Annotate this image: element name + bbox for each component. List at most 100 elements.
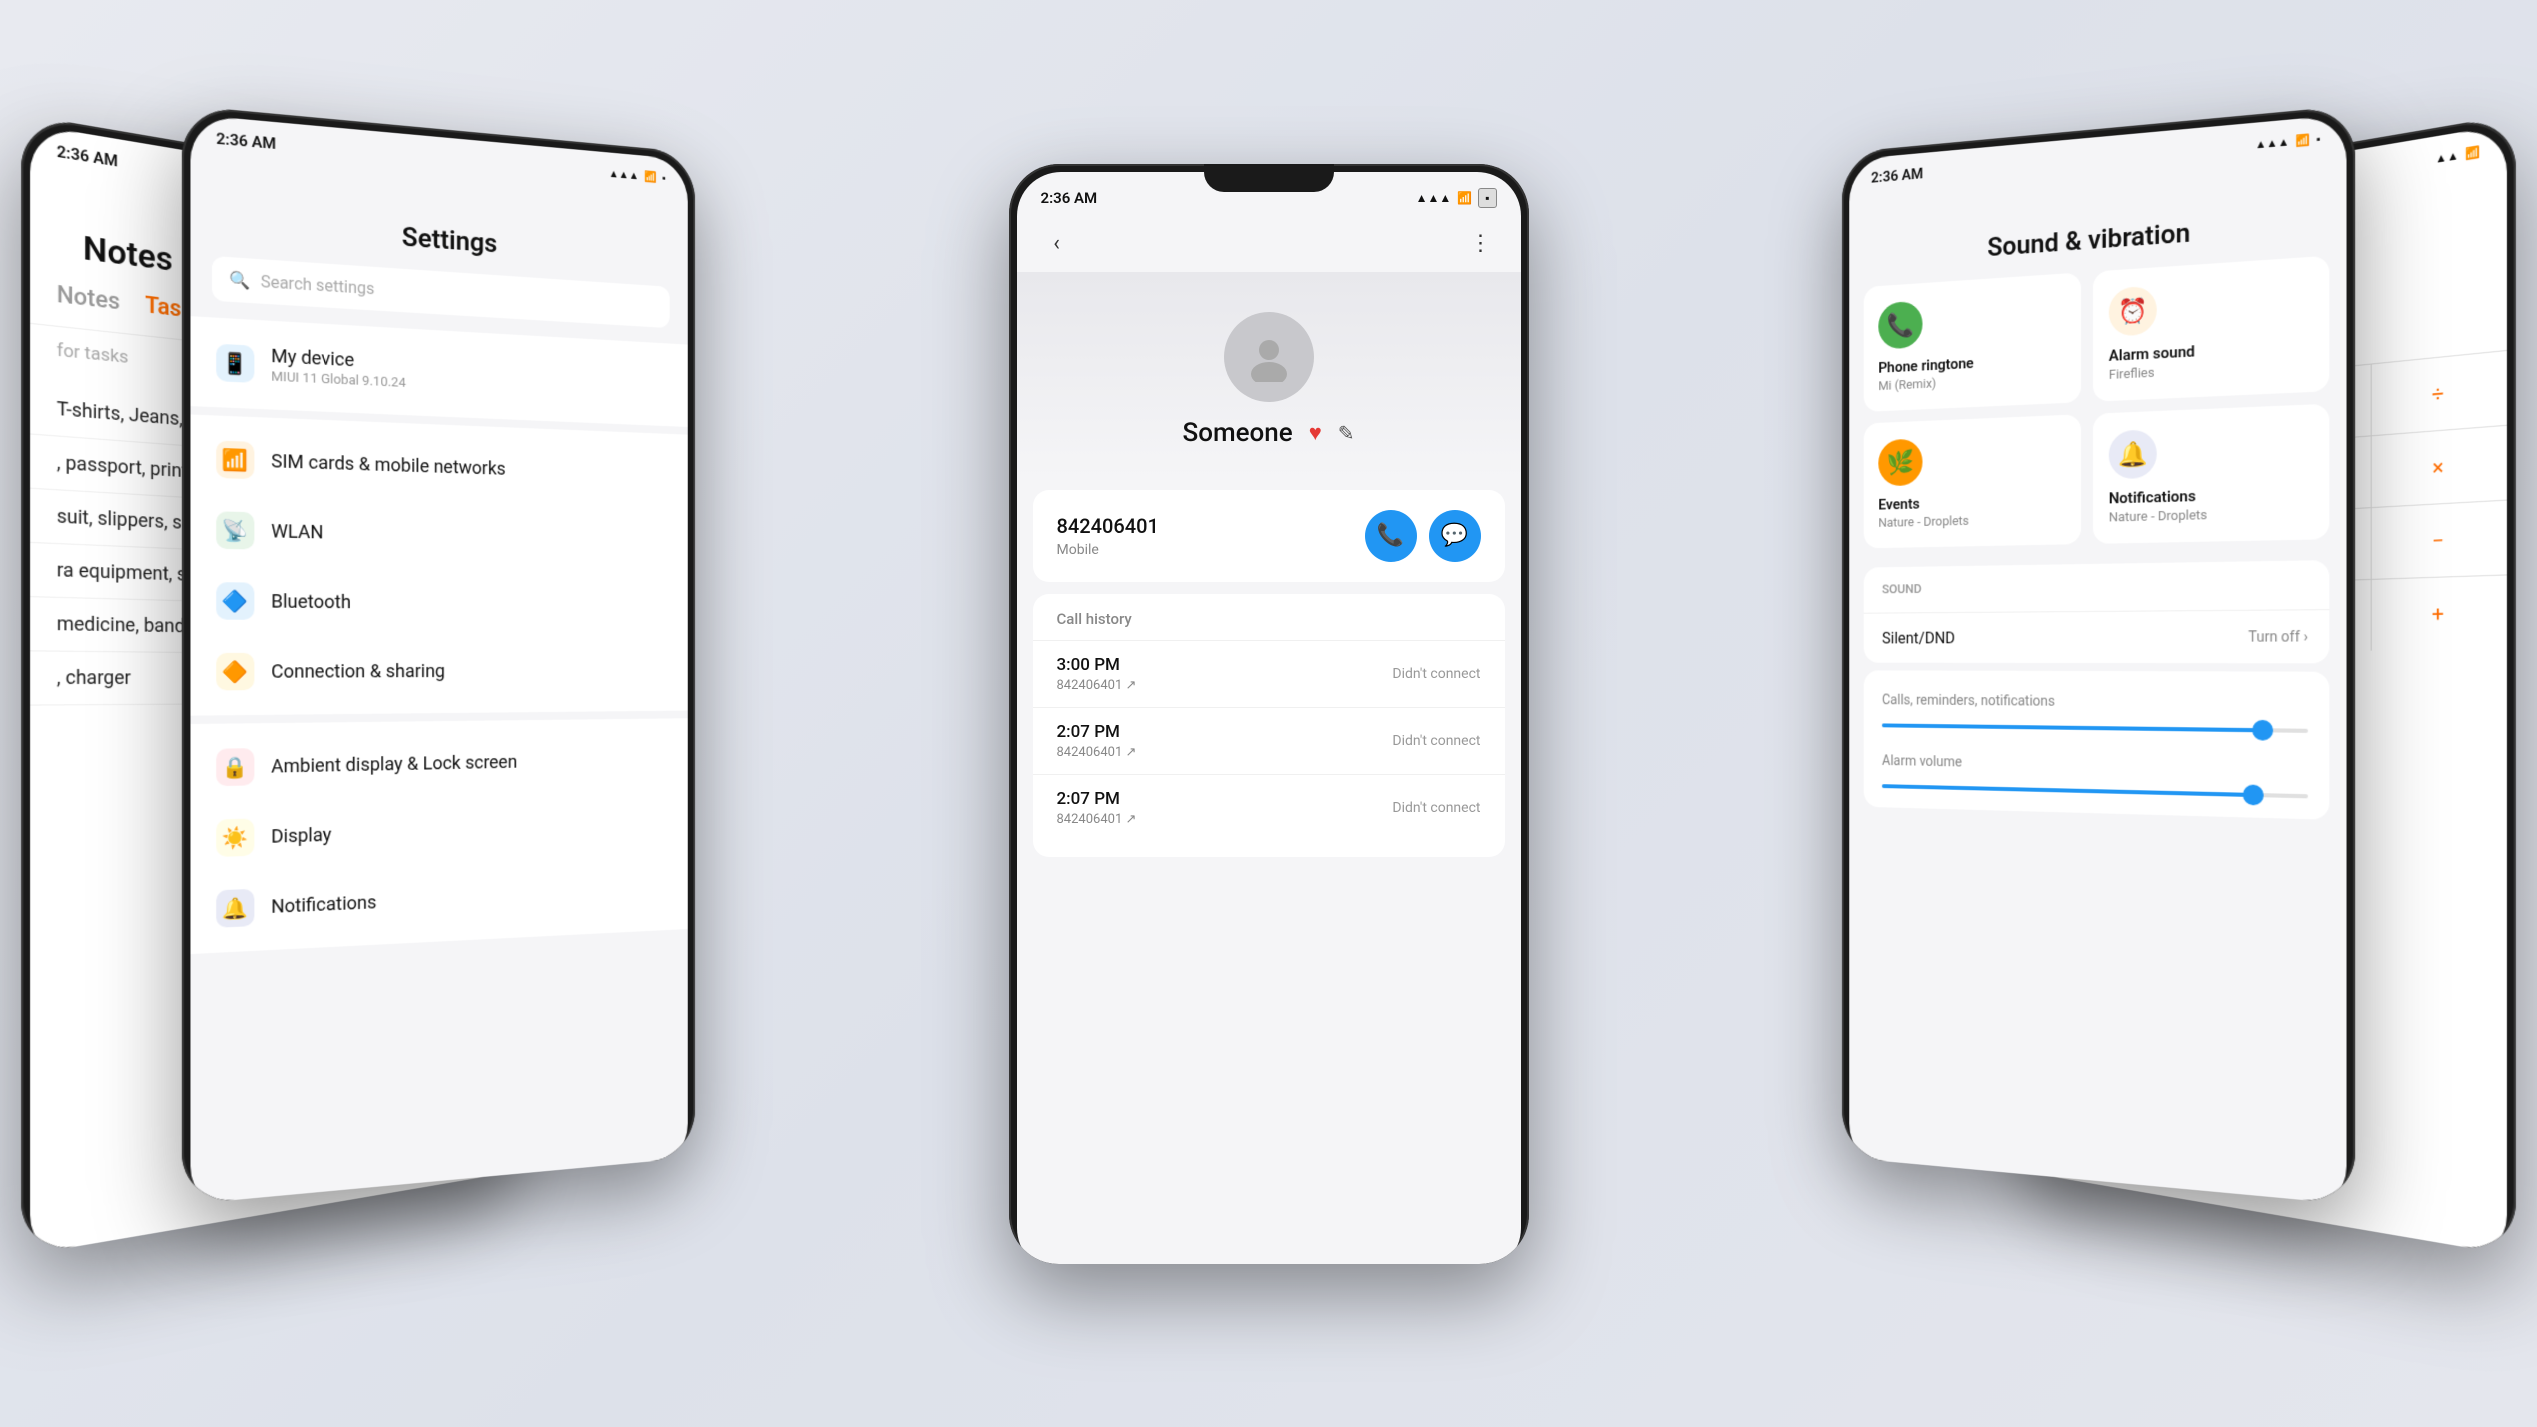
call-history-item-2[interactable]: 2:07 PM 842406401 ↗ Didn't connect: [1033, 707, 1505, 774]
phone-ringtone-icon: 📞: [1878, 301, 1922, 350]
lockscreen-icon: 🔒: [216, 748, 254, 786]
call-number-info: 842406401 Mobile: [1057, 514, 1159, 558]
bluetooth-icon: 🔷: [216, 582, 254, 620]
status-time-mid: 2:36 AM: [216, 129, 276, 153]
alarm-volume-label: Alarm volume: [1864, 739, 2330, 783]
settings-section-device: 📱 My device MIUI 11 Global 9.10.24: [190, 316, 687, 427]
my-device-icon: 📱: [216, 344, 254, 383]
wlan-icon: 📡: [216, 511, 254, 549]
call-history-section: Call history 3:00 PM 842406401 ↗ Didn't …: [1033, 594, 1505, 857]
bluetooth-label: Bluetooth: [271, 591, 351, 613]
battery-icon-right: ▪: [2317, 132, 2321, 146]
lockscreen-label: Ambient display & Lock screen: [271, 751, 517, 777]
edit-contact-icon[interactable]: ✎: [1338, 421, 1355, 445]
alarm-sound-card[interactable]: ⏰ Alarm sound Fireflies: [2093, 256, 2329, 402]
message-button[interactable]: 💬: [1429, 510, 1481, 562]
wifi-icon-far-right: 📶: [2465, 144, 2480, 160]
calls-volume-label: Calls, reminders, notifications: [1864, 678, 2330, 716]
call-number-section: 842406401 Mobile 📞 💬: [1033, 490, 1505, 582]
signal-icon-mid: ▲▲▲: [609, 167, 639, 182]
battery-icon-center: ▪: [1478, 188, 1496, 208]
wifi-icon-mid: 📶: [644, 170, 657, 184]
back-button[interactable]: ‹: [1037, 224, 1077, 264]
notch: [1204, 164, 1334, 192]
settings-item-wlan[interactable]: 📡 WLAN: [190, 494, 687, 573]
call-history-item-3[interactable]: 2:07 PM 842406401 ↗ Didn't connect: [1033, 774, 1505, 841]
status-icons-mid: ▲▲▲ 📶 ▪: [609, 167, 666, 185]
search-placeholder: Search settings: [261, 272, 375, 299]
call-action-buttons: 📞 💬: [1365, 510, 1481, 562]
silent-dnd-label: Silent/DND: [1882, 629, 1955, 648]
signal-icon-far-right: ▲▲: [2435, 148, 2458, 166]
phone-number: 842406401: [1057, 514, 1159, 538]
tab-notes[interactable]: Notes: [57, 282, 120, 316]
display-label: Display: [271, 824, 331, 847]
silent-dnd-value: Turn off ›: [2248, 629, 2308, 646]
events-icon: 🌿: [1878, 438, 1922, 486]
search-icon: 🔍: [229, 270, 250, 291]
calc-btn-minus[interactable]: −: [2372, 501, 2507, 579]
calls-volume-fill: [1882, 723, 2262, 732]
phone-mid-left: 2:36 AM ▲▲▲ 📶 ▪ Settings 🔍 Search settin…: [182, 105, 695, 1205]
status-time-left: 2:36 AM: [57, 142, 118, 171]
status-icons-center: ▲▲▲ 📶 ▪: [1416, 188, 1497, 208]
call-status-1: Didn't connect: [1392, 666, 1480, 682]
sound-cards: 📞 Phone ringtone Mi (Remix) ⏰ Alarm soun…: [1849, 254, 2346, 560]
events-title: Events: [1878, 491, 2065, 514]
calls-volume-slider[interactable]: [1882, 723, 2308, 732]
silent-dnd-row[interactable]: Silent/DND Turn off ›: [1864, 610, 2330, 663]
sim-icon: 📶: [216, 441, 254, 480]
alarm-volume-thumb[interactable]: [2243, 784, 2264, 805]
sound-section: SOUND Silent/DND Turn off ›: [1864, 560, 2330, 663]
phone-ringtone-card[interactable]: 📞 Phone ringtone Mi (Remix): [1864, 272, 2081, 412]
alarm-sound-icon: ⏰: [2109, 286, 2157, 337]
events-sub: Nature - Droplets: [1878, 512, 2065, 531]
notifications-sound-sub: Nature - Droplets: [2109, 505, 2313, 525]
notifications-card[interactable]: 🔔 Notifications Nature - Droplets: [2093, 404, 2329, 544]
call-time-3: 2:07 PM: [1057, 789, 1137, 809]
call-navigation: ‹ ⋮: [1017, 216, 1521, 272]
call-status-3: Didn't connect: [1392, 800, 1480, 816]
phone-center: 2:36 AM ▲▲▲ 📶 ▪ ‹ ⋮: [1009, 164, 1529, 1264]
settings-screen: 2:36 AM ▲▲▲ 📶 ▪ Settings 🔍 Search settin…: [190, 114, 687, 1204]
calc-btn-divide[interactable]: ÷: [2372, 351, 2507, 435]
calc-btn-plus[interactable]: +: [2372, 575, 2507, 650]
settings-item-sim[interactable]: 📶 SIM cards & mobile networks: [190, 423, 687, 508]
sound-screen: 2:36 AM ▲▲▲ 📶 ▪ Sound & vibration 📞 Phon…: [1849, 114, 2346, 1204]
sim-label: SIM cards & mobile networks: [271, 450, 505, 479]
sound-label-row: SOUND: [1864, 560, 2330, 614]
call-history-title: Call history: [1033, 610, 1505, 640]
call-num-3: 842406401 ↗: [1057, 812, 1137, 827]
alarm-volume-slider[interactable]: [1882, 784, 2308, 798]
call-screen: 2:36 AM ▲▲▲ 📶 ▪ ‹ ⋮: [1017, 172, 1521, 1264]
settings-item-my-device[interactable]: 📱 My device MIUI 11 Global 9.10.24: [190, 325, 687, 420]
call-num-2: 842406401 ↗: [1057, 745, 1137, 760]
call-button[interactable]: 📞: [1365, 510, 1417, 562]
favorite-icon[interactable]: ♥: [1309, 420, 1322, 446]
calc-btn-multiply[interactable]: ×: [2372, 426, 2507, 507]
contact-name: Someone: [1182, 418, 1292, 448]
settings-item-bluetooth[interactable]: 🔷 Bluetooth: [190, 565, 687, 638]
volume-sliders-section: Calls, reminders, notifications Alarm vo…: [1864, 670, 2330, 819]
call-status-2: Didn't connect: [1392, 733, 1480, 749]
call-avatar-area: Someone ♥ ✎: [1017, 272, 1521, 478]
calls-volume-thumb[interactable]: [2252, 720, 2273, 741]
settings-item-connection[interactable]: 🔶 Connection & sharing: [190, 636, 687, 707]
settings-section-network: 📶 SIM cards & mobile networks 📡 WLAN 🔷 B…: [190, 414, 687, 715]
call-history-item-1[interactable]: 3:00 PM 842406401 ↗ Didn't connect: [1033, 640, 1505, 707]
wifi-icon-center: 📶: [1457, 191, 1472, 205]
call-num-1: 842406401 ↗: [1057, 678, 1137, 693]
status-icons-right: ▲▲▲ 📶 ▪: [2255, 132, 2321, 151]
settings-item-lockscreen[interactable]: 🔒 Ambient display & Lock screen: [190, 726, 687, 804]
notifications-icon: 🔔: [216, 889, 254, 928]
contact-avatar: [1224, 312, 1314, 402]
more-options-button[interactable]: ⋮: [1461, 224, 1501, 264]
connection-label: Connection & sharing: [271, 661, 445, 683]
battery-icon-mid: ▪: [662, 171, 666, 184]
display-icon: ☀️: [216, 818, 254, 857]
phone-label: Mobile: [1057, 542, 1159, 558]
events-card[interactable]: 🌿 Events Nature - Droplets: [1864, 414, 2081, 548]
status-icons-far-right: ▲▲ 📶: [2435, 144, 2480, 165]
settings-section-display: 🔒 Ambient display & Lock screen ☀️ Displ…: [190, 718, 687, 954]
call-time-1: 3:00 PM: [1057, 655, 1137, 675]
